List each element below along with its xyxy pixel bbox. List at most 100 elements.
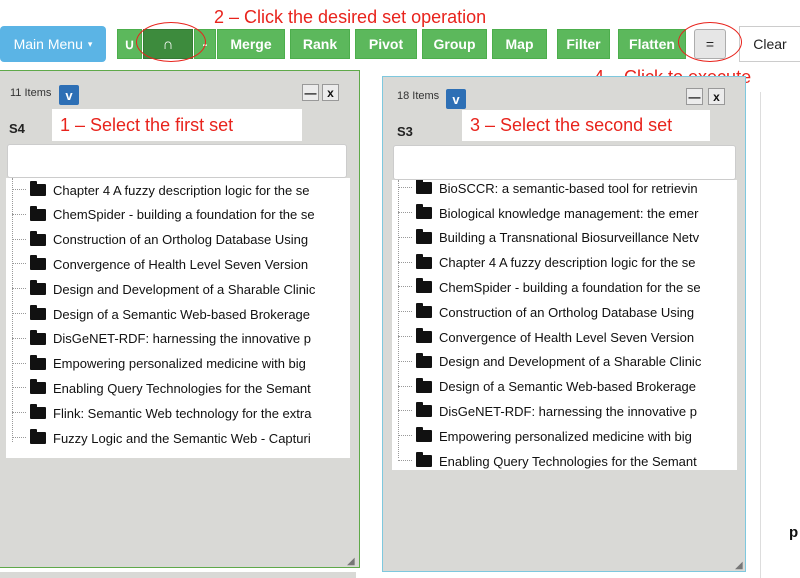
list-item[interactable]: Fuzzy Logic and the Semantic Web - Captu…: [6, 426, 311, 450]
list-item-label: DisGeNET-RDF: harnessing the innovative …: [53, 331, 311, 347]
resize-handle[interactable]: ◢: [347, 556, 355, 567]
folder-icon: [416, 303, 432, 319]
folder-icon: [30, 305, 46, 320]
close-button[interactable]: x: [322, 84, 339, 101]
list-item-label: Design of a Semantic Web-based Brokerage: [53, 306, 311, 322]
view-toggle-button[interactable]: v: [446, 89, 466, 109]
list-item[interactable]: DisGeNET-RDF: harnessing the innovative …: [392, 399, 697, 423]
set-name-label[interactable]: S3: [397, 124, 413, 139]
minimize-button[interactable]: —: [686, 88, 703, 105]
edge-text-fragment: p: [789, 524, 799, 541]
folder-icon: [30, 280, 46, 296]
tree-branch: [12, 337, 26, 340]
list-item-label: DisGeNET-RDF: harnessing the innovative …: [439, 403, 697, 419]
filter-button[interactable]: Filter: [557, 29, 610, 59]
tree-branch: [398, 385, 412, 388]
list-item-label: Flink: Semantic Web technology for the e…: [53, 405, 312, 421]
tree-branch: [12, 362, 26, 365]
folder-icon: [416, 228, 432, 244]
pivot-button[interactable]: Pivot: [355, 29, 417, 59]
search-input[interactable]: [7, 144, 347, 178]
list-item[interactable]: ChemSpider - building a foundation for t…: [392, 275, 701, 299]
list-item[interactable]: Biological knowledge management: the eme…: [392, 201, 698, 225]
list-item-label: BioSCCR: a semantic-based tool for retri…: [439, 180, 698, 196]
list-item-label: ChemSpider - building a foundation for t…: [53, 207, 315, 223]
list-item-label: Construction of an Ortholog Database Usi…: [53, 232, 309, 248]
list-item-label: ChemSpider - building a foundation for t…: [439, 279, 701, 295]
list-item[interactable]: Chapter 4 A fuzzy description logic for …: [6, 178, 310, 202]
folder-icon: [30, 181, 46, 196]
tree-branch: [398, 261, 412, 264]
tree-branch: [12, 213, 26, 216]
list-item[interactable]: Construction of an Ortholog Database Usi…: [392, 300, 694, 324]
list-item[interactable]: Empowering personalized medicine with bi…: [392, 424, 692, 448]
list-item-label: Construction of an Ortholog Database Usi…: [439, 304, 695, 320]
tree-branch: [398, 286, 412, 288]
list-item[interactable]: Convergence of Health Level Seven Versio…: [392, 325, 694, 349]
list-item[interactable]: Design and Development of a Sharable Cli…: [392, 350, 701, 374]
folder-icon: [416, 180, 432, 194]
callout-step-1: 1 – Select the first set: [52, 109, 302, 141]
highlight-ellipse-operation: [136, 22, 206, 62]
group-button[interactable]: Group: [422, 29, 487, 59]
tree-branch: [12, 387, 26, 389]
map-button[interactable]: Map: [492, 29, 547, 59]
tree-branch: [398, 410, 412, 412]
folder-icon: [30, 230, 46, 246]
list-item-label: Chapter 4 A fuzzy description logic for …: [53, 182, 310, 198]
tree-branch: [12, 288, 26, 290]
folder-icon: [416, 204, 432, 219]
folder-icon: [416, 328, 432, 343]
resize-handle[interactable]: ◢: [735, 560, 743, 571]
folder-icon: [416, 427, 432, 443]
folder-icon: [30, 354, 46, 370]
close-button[interactable]: x: [708, 88, 725, 105]
set-name-label[interactable]: S4: [9, 121, 25, 136]
list-item-label: Building a Transnational Biosurveillance…: [439, 230, 700, 246]
list-item[interactable]: Design of a Semantic Web-based Brokerage: [392, 375, 696, 399]
minimize-button[interactable]: —: [302, 84, 319, 101]
list-item-partial[interactable]: BioSCCR: a semantic-based tool for retri…: [392, 180, 698, 200]
folder-icon: [416, 278, 432, 294]
list-item[interactable]: Flink: Semantic Web technology for the e…: [6, 401, 311, 425]
merge-button[interactable]: Merge: [217, 29, 285, 59]
search-input[interactable]: [393, 145, 736, 180]
list-item[interactable]: DisGeNET-RDF: harnessing the innovative …: [6, 327, 311, 351]
flatten-button[interactable]: Flatten: [618, 29, 686, 59]
annotation-step-1: 1 – Select the first set: [60, 114, 234, 135]
list-item[interactable]: Construction of an Ortholog Database Usi…: [6, 228, 308, 252]
folder-icon: [416, 452, 432, 467]
clear-button[interactable]: Clear: [739, 26, 800, 62]
item-list: Chapter 4 A fuzzy description logic for …: [6, 178, 350, 458]
folder-icon: [30, 429, 46, 444]
list-item-label: Design and Development of a Sharable Cli…: [53, 281, 316, 297]
list-item[interactable]: Building a Transnational Biosurveillance…: [392, 226, 699, 250]
list-item[interactable]: Design and Development of a Sharable Cli…: [6, 277, 315, 301]
list-item-label: Fuzzy Logic and the Semantic Web - Captu…: [53, 430, 311, 446]
folder-icon: [30, 379, 46, 395]
list-item[interactable]: Convergence of Health Level Seven Versio…: [6, 252, 308, 276]
view-toggle-button[interactable]: v: [59, 85, 79, 105]
folder-icon: [416, 253, 432, 269]
list-item[interactable]: Chapter 4 A fuzzy description logic for …: [392, 251, 696, 275]
folder-icon: [30, 205, 46, 221]
folder-icon: [30, 329, 46, 345]
list-item[interactable]: Enabling Query Technologies for the Sema…: [6, 376, 311, 400]
list-item[interactable]: Design of a Semantic Web-based Brokerage: [6, 302, 310, 326]
scrollbar[interactable]: [0, 572, 356, 578]
list-item[interactable]: Enabling Query Technologies for the Sema…: [392, 449, 697, 470]
tree-branch: [398, 187, 412, 189]
list-item-label: Convergence of Health Level Seven Versio…: [439, 329, 695, 345]
rank-button[interactable]: Rank: [290, 29, 350, 59]
list-item[interactable]: Empowering personalized medicine with bi…: [6, 352, 306, 376]
folder-icon: [416, 402, 432, 418]
list-item[interactable]: ChemSpider - building a foundation for t…: [6, 203, 315, 227]
callout-step-3: 3 – Select the second set: [462, 110, 710, 141]
tree-branch: [398, 360, 412, 363]
main-menu-button[interactable]: Main Menu ▾: [0, 26, 106, 62]
tree-branch: [12, 437, 26, 439]
main-menu-label: Main Menu: [13, 36, 83, 52]
tree-branch: [12, 313, 26, 315]
tree-branch: [398, 236, 412, 239]
list-item-label: Biological knowledge management: the eme…: [439, 205, 699, 221]
